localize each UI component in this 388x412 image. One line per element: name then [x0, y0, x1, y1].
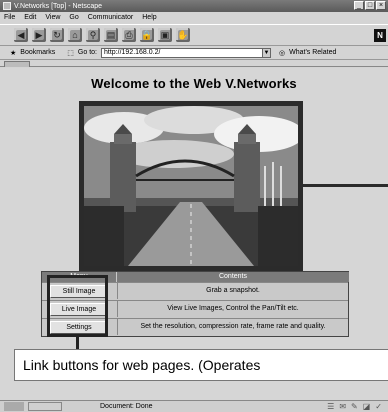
menu-file[interactable]: File — [4, 14, 15, 21]
guide-icon[interactable]: ▤ — [104, 28, 118, 42]
window-title: V.Networks [Top] - Netscape — [14, 2, 103, 10]
camera-image — [79, 101, 303, 271]
print-icon[interactable]: ⎙ — [122, 28, 136, 42]
shop-icon[interactable]: ▣ — [158, 28, 172, 42]
goto-label: Go to: — [77, 49, 97, 56]
close-button[interactable]: × — [376, 1, 386, 10]
reload-icon[interactable]: ↻ — [50, 28, 64, 42]
whats-related-icon[interactable]: ◎ — [279, 49, 285, 57]
chat-icon[interactable]: ◪ — [363, 402, 371, 411]
search-icon[interactable]: ⚲ — [86, 28, 100, 42]
toolbar-tab[interactable] — [4, 61, 30, 67]
url-input[interactable] — [101, 47, 263, 58]
title-bar: V.Networks [Top] - Netscape _ □ × — [0, 0, 388, 12]
netscape-logo: N — [374, 29, 386, 42]
mail-icon[interactable]: ✉ — [339, 402, 346, 411]
row-description: Set the resolution, compression rate, fr… — [117, 319, 348, 335]
composer-icon[interactable]: ✎ — [351, 402, 358, 411]
row-description: Grab a snapshot. — [117, 283, 348, 299]
link-buttons-highlight — [47, 275, 108, 337]
app-icon — [3, 2, 11, 10]
back-icon[interactable]: ◀ — [14, 28, 28, 42]
stop-icon[interactable]: ✋ — [176, 28, 190, 42]
callout-line — [303, 184, 388, 187]
browser-window: V.Networks [Top] - Netscape _ □ × File E… — [0, 0, 388, 412]
menu-edit[interactable]: Edit — [24, 14, 36, 21]
page-title: Welcome to the Web V.Networks — [91, 76, 297, 91]
bridge-photo — [84, 106, 298, 266]
navigation-toolbar: ◀ ▶ ↻ ⌂ ⚲ ▤ ⎙ 🔒 ▣ ✋ N — [0, 24, 388, 46]
personal-toolbar — [0, 61, 388, 67]
callout-line — [76, 337, 79, 349]
maximize-button[interactable]: □ — [365, 1, 375, 10]
url-dropdown-icon[interactable]: ▼ — [262, 47, 271, 58]
location-icon: ⬚ — [67, 49, 74, 57]
security-icon[interactable]: 🔒 — [140, 28, 154, 42]
status-bar: Document: Done ☰ ✉ ✎ ◪ ✓ — [0, 400, 388, 412]
security-status-icon[interactable] — [4, 402, 24, 411]
annotation-caption: Link buttons for web pages. (Operates — [14, 349, 388, 381]
contents-header: Contents — [117, 272, 349, 282]
minimize-button[interactable]: _ — [354, 1, 364, 10]
row-description: View Live Images, Control the Pan/Tilt e… — [117, 301, 348, 317]
whats-related-button[interactable]: What's Related — [289, 49, 336, 56]
component-bar: ☰ ✉ ✎ ◪ ✓ — [327, 402, 382, 411]
menu-go[interactable]: Go — [69, 14, 78, 21]
menu-help[interactable]: Help — [142, 14, 156, 21]
bookmarks-button[interactable]: Bookmarks — [20, 49, 55, 56]
progress-bar — [28, 402, 62, 411]
menu-communicator[interactable]: Communicator — [88, 14, 134, 21]
window-controls: _ □ × — [354, 1, 386, 10]
checkmark-icon[interactable]: ✓ — [375, 402, 382, 411]
navigator-icon[interactable]: ☰ — [327, 402, 334, 411]
status-text: Document: Done — [100, 403, 153, 410]
forward-icon[interactable]: ▶ — [32, 28, 46, 42]
bookmark-icon[interactable]: ★ — [10, 49, 16, 57]
home-icon[interactable]: ⌂ — [68, 28, 82, 42]
location-bar: ★ Bookmarks ⬚ Go to: ▼ ◎ What's Related — [0, 46, 388, 60]
menu-bar: File Edit View Go Communicator Help — [0, 12, 388, 23]
menu-view[interactable]: View — [45, 14, 60, 21]
